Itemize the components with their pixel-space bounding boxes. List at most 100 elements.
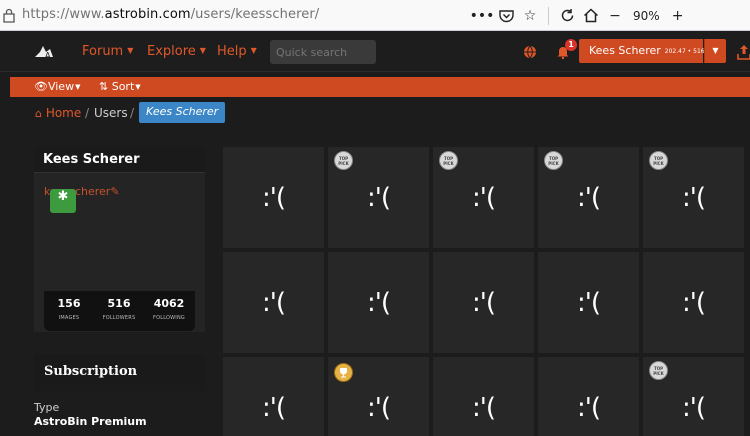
forum-label: Forum [82,44,124,59]
reload-icon[interactable] [555,4,579,28]
profile-title: Kees Scherer [34,147,205,173]
profile-stats: 156 IMAGES 516 FOLLOWERS 4062 FOLLOWING [44,291,195,331]
image-tile[interactable]: :'( [433,357,534,436]
stat-label: FOLLOWERS [102,315,136,321]
chevron-down-icon: ▼ [712,46,719,55]
language-globe-icon[interactable] [523,45,537,59]
asterisk-icon: ✱ [57,189,69,204]
image-tile[interactable]: :'( TOP PICK [643,357,744,436]
breadcrumb-home[interactable]: ⌂ Home [35,106,81,120]
missing-thumbnail-placeholder: :'( [681,393,706,423]
chevron-down-icon: ▼ [127,46,134,55]
image-tile[interactable]: :'( [538,357,639,436]
missing-thumbnail-placeholder: :'( [471,393,496,423]
stat-images[interactable]: 156 IMAGES [44,297,94,321]
subscription-type-value: AstroBin Premium [34,415,147,428]
breadcrumb-home-label: Home [45,106,82,120]
missing-thumbnail-placeholder: :'( [576,183,601,213]
missing-thumbnail-placeholder: :'( [261,393,286,423]
view-label: View [47,80,75,93]
image-tile[interactable]: :'( [223,252,324,353]
home-icon[interactable] [579,4,603,28]
image-tile[interactable]: :'( TOP PICK [328,147,429,248]
breadcrumb-separator: / [85,106,90,120]
image-tile[interactable]: :'( [433,252,534,353]
user-name: Kees Scherer [589,44,661,57]
image-tile[interactable]: :'( [328,252,429,353]
iotd-trophy-badge-icon[interactable] [334,363,353,382]
top-pick-badge-icon[interactable]: TOP PICK [439,151,458,170]
bookmark-star-icon[interactable]: ☆ [518,4,542,28]
breadcrumb-users[interactable]: Users [94,106,128,120]
top-pick-badge-icon[interactable]: TOP PICK [544,151,563,170]
explore-menu[interactable]: Explore ▼ [147,44,206,59]
zoom-out-icon[interactable]: − [603,4,627,28]
missing-thumbnail-placeholder: :'( [366,183,391,213]
avatar[interactable]: ✱ [50,189,76,213]
astrobin-logo-icon[interactable]: A [32,43,56,61]
image-tile[interactable]: :'( [223,357,324,436]
chevron-down-icon: ▼ [135,83,141,91]
image-tile[interactable]: :'( TOP PICK [433,147,534,248]
image-tile[interactable]: :'( TOP PICK [538,147,639,248]
help-menu[interactable]: Help ▼ [217,44,257,59]
missing-thumbnail-placeholder: :'( [366,288,391,318]
quick-search-input[interactable] [270,40,376,64]
explore-label: Explore [147,44,196,59]
stat-value: 156 [57,297,81,310]
user-stats: 202.47 • 516 [664,48,705,55]
help-label: Help [217,44,247,59]
chevron-down-icon: ▼ [75,83,81,91]
browser-url-bar[interactable]: https://www.astrobin.com/users/keesscher… [0,0,750,31]
sort-icon: ⇅ [99,80,109,93]
missing-thumbnail-placeholder: :'( [366,393,391,423]
top-pick-badge-icon[interactable]: TOP PICK [649,151,668,170]
zoom-level[interactable]: 90% [633,9,660,23]
missing-thumbnail-placeholder: :'( [471,288,496,318]
missing-thumbnail-placeholder: :'( [681,288,706,318]
stat-followers[interactable]: 516 FOLLOWERS [94,297,144,321]
breadcrumb-separator: / [130,106,135,120]
missing-thumbnail-placeholder: :'( [576,288,601,318]
url-path: /users/keesscherer/ [190,7,320,22]
page-info-icon[interactable] [2,7,16,23]
stat-following[interactable]: 4062 FOLLOWING [144,297,194,321]
missing-thumbnail-placeholder: :'( [261,288,286,318]
image-tile[interactable]: :'( [328,357,429,436]
zoom-in-icon[interactable]: + [666,4,690,28]
chevron-down-icon: ▼ [250,46,257,55]
sort-label: Sort [111,80,135,93]
subscription-title: Subscription [34,354,205,391]
gallery-subnav: 👁View▼ ⇅ Sort▼ [10,77,750,97]
missing-thumbnail-placeholder: :'( [576,393,601,423]
site-navbar: A Forum▼ Explore▼ Help▼ 1 Kees Scherer20… [0,31,750,72]
view-menu[interactable]: 👁View▼ [34,80,80,93]
pocket-icon[interactable] [494,4,518,28]
user-menu-button[interactable]: Kees Scherer 202.47 • 516 [579,39,705,63]
stat-label: IMAGES [58,315,80,321]
missing-thumbnail-placeholder: :'( [681,183,706,213]
url-text[interactable]: https://www.astrobin.com/users/keesscher… [22,7,319,22]
url-domain: astrobin.com [104,7,191,22]
sort-menu[interactable]: ⇅ Sort▼ [99,80,141,93]
subscription-type-label: Type [34,401,60,414]
page-actions-icon[interactable]: ••• [470,4,495,28]
image-tile[interactable]: :'( [538,252,639,353]
user-menu-dropdown-toggle[interactable]: ▼ [704,39,726,63]
missing-thumbnail-placeholder: :'( [471,183,496,213]
upload-icon[interactable] [737,44,750,60]
home-icon: ⌂ [35,107,42,120]
image-tile[interactable]: :'( TOP PICK [643,147,744,248]
url-prefix: https://www. [22,7,105,22]
missing-thumbnail-placeholder: :'( [261,183,286,213]
forum-menu[interactable]: Forum ▼ [82,44,133,59]
image-tile[interactable]: :'( [643,252,744,353]
svg-text:A: A [45,51,51,60]
stat-value: 516 [107,297,131,310]
image-tile[interactable]: :'( [223,147,324,248]
pencil-edit-icon[interactable]: ✎ [110,185,119,198]
top-pick-badge-icon[interactable]: TOP PICK [649,361,668,380]
top-pick-badge-icon[interactable]: TOP PICK [334,151,353,170]
notification-count-badge: 1 [565,39,577,51]
stat-label: FOLLOWING [153,315,185,321]
